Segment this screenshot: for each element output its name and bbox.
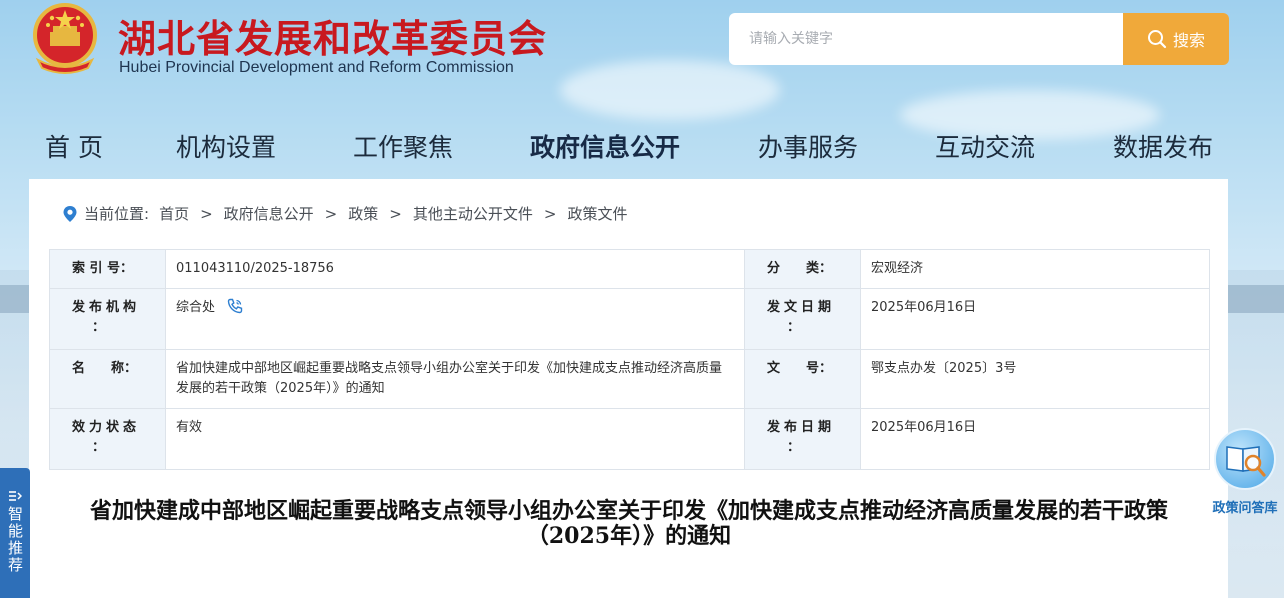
policy-qa-widget[interactable]: 政策问答库 [1206, 428, 1284, 520]
breadcrumb: 当前位置: 首页 > 政府信息公开 > 政策 > 其他主动公开文件 > 政策文件 [62, 203, 627, 224]
label-char: ： [92, 320, 106, 335]
meta-row: 效 力 状 态 ： 有效 发 布 日 期 ： 2025年06月16日 [49, 408, 1210, 470]
publish-date-label: 发 布 日 期 ： [744, 408, 861, 470]
breadcrumb-item-home[interactable]: 首页 [159, 203, 189, 224]
doc-number-value: 鄂支点办发〔2025〕3号 [860, 349, 1210, 409]
breadcrumb-item-policy-files[interactable]: 政策文件 [567, 203, 627, 224]
doc-name-value: 省加快建成中部地区崛起重要战略支点领导小组办公室关于印发《加快建成支点推动经济高… [165, 349, 745, 409]
label-char: ： [92, 440, 106, 455]
nav-item-organization[interactable]: 机构设置 [176, 128, 276, 164]
label-char: 文 [783, 300, 797, 315]
index-number-label: 索 引 号： [49, 249, 166, 289]
menu-icon [9, 491, 22, 501]
main-nav: 首 页 机构设置 工作聚焦 政府信息公开 办事服务 互动交流 数据发布 [0, 128, 1284, 172]
label-char: 日 [800, 300, 814, 315]
background-skyline [0, 285, 30, 313]
doc-number-label: 文 号： [744, 349, 861, 409]
nav-item-home[interactable]: 首 页 [45, 128, 103, 164]
publish-date-value: 2025年06月16日 [860, 408, 1210, 470]
search-button-label: 搜索 [1172, 31, 1205, 50]
national-emblem-icon [28, 2, 102, 76]
publisher-value-cell: 综合处 [165, 288, 745, 350]
label-char: 期 [817, 420, 831, 435]
document-meta-table: 索 引 号： 011043110/2025-18756 分 类： 宏观经济 发 … [49, 249, 1210, 470]
category-value: 宏观经济 [860, 249, 1210, 289]
background-cloud [560, 60, 780, 120]
nav-item-data-release[interactable]: 数据发布 [1113, 128, 1213, 164]
label-char: 布 [783, 420, 797, 435]
validity-status-value: 有效 [165, 408, 745, 470]
search-input[interactable] [729, 13, 1124, 65]
breadcrumb-separator: > [389, 204, 402, 223]
validity-status-label: 效 力 状 态 ： [49, 408, 166, 470]
site-title-english: Hubei Provincial Development and Reform … [119, 59, 514, 76]
label-char: 发 [767, 300, 781, 315]
label-char: 机 [105, 300, 119, 315]
smart-recommend-tab[interactable]: 智能推荐 [0, 468, 30, 598]
meta-row: 发 布 机 构 ： 综合处 发 文 日 期 ： 2025年06月16日 [49, 288, 1210, 350]
location-pin-icon [63, 205, 77, 222]
label-char: 状 [105, 420, 119, 435]
issue-date-value: 2025年06月16日 [860, 288, 1210, 350]
nav-item-work-focus[interactable]: 工作聚焦 [353, 128, 453, 164]
search-button[interactable]: 搜索 [1123, 13, 1229, 65]
policy-qa-label: 政策问答库 [1212, 501, 1278, 516]
label-char: 发 [72, 300, 86, 315]
label-char: 日 [800, 420, 814, 435]
label-char: ： [787, 440, 801, 455]
phone-icon[interactable] [227, 298, 243, 314]
label-char: ： [787, 320, 801, 335]
breadcrumb-separator: > [543, 204, 557, 223]
index-number-value: 011043110/2025-18756 [165, 249, 745, 289]
search-icon [1147, 30, 1167, 49]
label-char: 力 [88, 420, 102, 435]
breadcrumb-separator: > [324, 204, 338, 223]
nav-item-gov-info-disclosure[interactable]: 政府信息公开 [530, 128, 680, 164]
label-char: 布 [88, 300, 102, 315]
breadcrumb-item-policy[interactable]: 政策 [348, 203, 378, 224]
label-char: 发 [767, 420, 781, 435]
label-char: 期 [817, 300, 831, 315]
doc-name-label: 名 称： [49, 349, 166, 409]
publisher-label: 发 布 机 构 ： [49, 288, 166, 350]
content-card: 当前位置: 首页 > 政府信息公开 > 政策 > 其他主动公开文件 > 政策文件… [29, 179, 1228, 598]
meta-row: 索 引 号： 011043110/2025-18756 分 类： 宏观经济 [49, 249, 1210, 289]
label-char: 态 [122, 420, 136, 435]
breadcrumb-prefix: 当前位置: [84, 205, 150, 223]
site-title-chinese: 湖北省发展和改革委员会 [118, 17, 548, 61]
issue-date-label: 发 文 日 期 ： [744, 288, 861, 350]
breadcrumb-separator: > [200, 204, 213, 223]
policy-qa-icon [1214, 428, 1276, 490]
smart-recommend-label: 智能推荐 [6, 506, 24, 574]
background-skyline [1228, 285, 1284, 313]
label-char: 构 [122, 300, 136, 315]
breadcrumb-item-gov-info[interactable]: 政府信息公开 [224, 203, 314, 224]
document-title: 省加快建成中部地区崛起重要战略支点领导小组办公室关于印发《加快建成支点推动经济高… [89, 498, 1168, 549]
meta-row: 名 称： 省加快建成中部地区崛起重要战略支点领导小组办公室关于印发《加快建成支点… [49, 349, 1210, 409]
label-char: 效 [72, 420, 86, 435]
breadcrumb-item-other-files[interactable]: 其他主动公开文件 [413, 203, 533, 224]
nav-item-interaction[interactable]: 互动交流 [935, 128, 1035, 164]
category-label: 分 类： [744, 249, 861, 289]
nav-item-services[interactable]: 办事服务 [758, 128, 858, 164]
publisher-value: 综合处 [176, 300, 216, 315]
